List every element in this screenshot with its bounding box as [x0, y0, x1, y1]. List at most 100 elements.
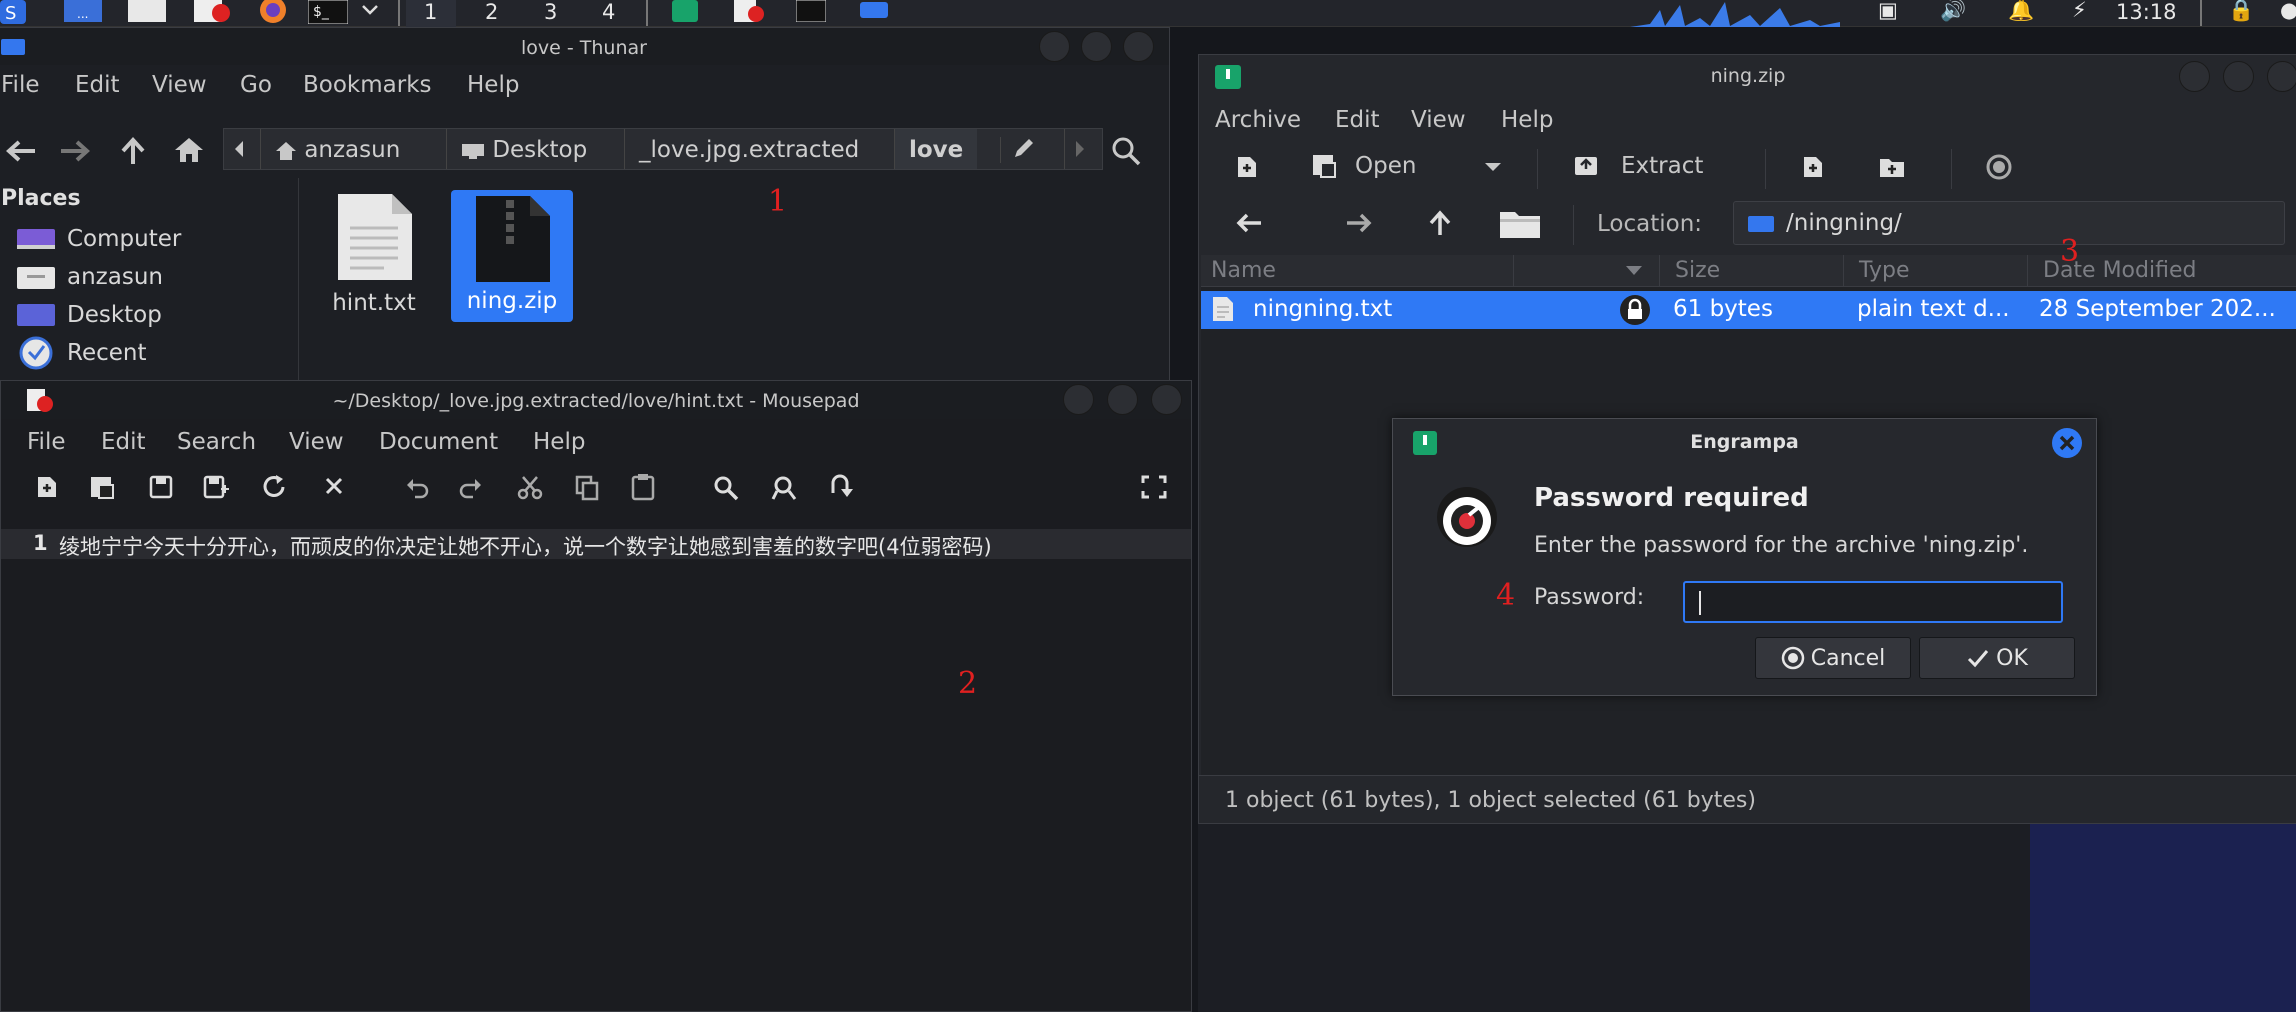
column-size[interactable]: Size	[1675, 258, 1720, 283]
terminal-task-icon[interactable]	[796, 0, 826, 22]
find-icon[interactable]	[713, 475, 739, 501]
sidebar-item-anzasun[interactable]: anzasun	[17, 260, 163, 294]
new-archive-icon[interactable]	[1235, 155, 1259, 179]
menu-edit[interactable]: Edit	[101, 429, 146, 455]
add-files-icon[interactable]	[1801, 155, 1825, 179]
menu-view[interactable]: View	[152, 72, 207, 98]
power-manager-icon[interactable]: ⚡	[2072, 0, 2087, 22]
up-arrow-icon[interactable]	[119, 136, 147, 166]
sort-descending-icon[interactable]	[1625, 265, 1643, 277]
fullscreen-icon[interactable]	[1141, 475, 1167, 499]
breadcrumb-scroll-left-icon[interactable]	[232, 139, 246, 159]
new-window-icon[interactable]	[89, 475, 115, 499]
engrampa-task-icon[interactable]	[672, 0, 698, 22]
breadcrumb-anzasun[interactable]: anzasun	[260, 129, 414, 169]
editor-area[interactable]: 1 绫地宁宁今天十分开心，而顽皮的你决定让她不开心，说一个数字让她感到害羞的数字…	[1, 529, 1191, 1011]
menu-help[interactable]: Help	[1501, 107, 1553, 133]
app-menu-icon[interactable]: S	[0, 0, 26, 24]
menu-document[interactable]: Document	[379, 429, 498, 455]
forward-arrow-icon[interactable]	[1345, 211, 1373, 235]
workspace-4[interactable]: 4	[602, 0, 615, 24]
copy-icon[interactable]	[575, 475, 599, 501]
sidebar-item-desktop[interactable]: Desktop	[17, 298, 162, 332]
lock-screen-icon[interactable]: 🔒	[2228, 0, 2254, 23]
password-input[interactable]	[1683, 581, 2063, 623]
menu-file[interactable]: File	[27, 429, 66, 455]
minimize-button[interactable]	[2179, 61, 2210, 92]
network-icon[interactable]: ▣	[1878, 0, 1898, 22]
menu-search[interactable]: Search	[177, 429, 256, 455]
maximize-button[interactable]	[1081, 31, 1112, 62]
volume-icon[interactable]: 🔊	[1940, 0, 1966, 23]
search-icon[interactable]	[1111, 136, 1141, 166]
menu-archive[interactable]: Archive	[1215, 107, 1301, 133]
forward-arrow-icon[interactable]	[59, 138, 91, 164]
new-document-icon[interactable]	[35, 475, 59, 499]
mousepad-launcher-icon[interactable]	[194, 0, 230, 22]
open-dropdown-chevron-icon[interactable]	[1483, 161, 1503, 173]
terminal-launcher-icon[interactable]: $_	[308, 0, 348, 24]
firefox-launcher-icon[interactable]	[254, 0, 286, 23]
column-name[interactable]: Name	[1211, 258, 1276, 283]
back-arrow-icon[interactable]	[5, 138, 37, 164]
workspace-2[interactable]: 2	[485, 0, 498, 24]
menu-help[interactable]: Help	[533, 429, 585, 455]
sidebar-item-recent[interactable]: Recent	[17, 336, 147, 370]
extract-button[interactable]: Extract	[1573, 153, 1703, 179]
user-menu-icon[interactable]: ●	[2280, 0, 2296, 22]
workspace-3[interactable]: 3	[544, 0, 557, 24]
add-folder-icon[interactable]	[1879, 155, 1905, 179]
reload-icon[interactable]	[261, 473, 289, 501]
terminal-dropdown-chevron-icon[interactable]	[360, 0, 386, 22]
minimize-button[interactable]	[1039, 31, 1070, 62]
maximize-button[interactable]	[2223, 61, 2254, 92]
file-item-hint-txt[interactable]: hint.txt	[327, 192, 421, 342]
edit-location-pencil-icon[interactable]	[1000, 137, 1037, 163]
breadcrumb-love[interactable]: love	[894, 129, 978, 169]
close-button[interactable]	[1123, 31, 1154, 62]
close-button[interactable]	[2267, 61, 2296, 92]
maximize-button[interactable]	[1107, 384, 1138, 415]
ok-button[interactable]: OK	[1919, 637, 2075, 679]
table-row[interactable]: ningning.txt 61 bytes plain text d... 28…	[1201, 291, 2296, 329]
text-editor-launcher-icon[interactable]	[128, 0, 166, 22]
cut-icon[interactable]	[517, 475, 543, 501]
menu-file[interactable]: File	[1, 72, 40, 98]
home-folder-icon[interactable]	[1499, 209, 1541, 239]
location-field[interactable]: /ningning/	[1733, 201, 2285, 245]
redo-icon[interactable]	[457, 475, 483, 499]
file-manager-launcher-icon[interactable]: ...	[64, 0, 102, 22]
breadcrumb-scroll-right-icon[interactable]	[1064, 129, 1095, 169]
stop-icon[interactable]	[1985, 153, 2013, 181]
open-button[interactable]: Open	[1311, 153, 1416, 179]
sidebar-item-computer[interactable]: Computer	[17, 222, 181, 256]
menu-edit[interactable]: Edit	[1335, 107, 1380, 133]
menu-go[interactable]: Go	[240, 72, 272, 98]
notification-bell-icon[interactable]: 🔔	[2008, 0, 2034, 23]
clock[interactable]: 13:18	[2116, 0, 2177, 24]
thunar-task-icon[interactable]	[860, 0, 888, 22]
cancel-button[interactable]: Cancel	[1755, 637, 1911, 679]
minimize-button[interactable]	[1063, 384, 1094, 415]
close-button[interactable]	[1151, 384, 1182, 415]
mousepad-task-icon[interactable]	[734, 0, 764, 22]
up-arrow-icon[interactable]	[1427, 209, 1453, 237]
breadcrumb-love-jpg-extracted[interactable]: _love.jpg.extracted	[624, 129, 873, 169]
workspace-1[interactable]: 1	[424, 0, 437, 24]
menu-view[interactable]: View	[1411, 107, 1466, 133]
go-to-line-icon[interactable]	[827, 473, 853, 501]
menu-help[interactable]: Help	[467, 72, 519, 98]
menu-edit[interactable]: Edit	[75, 72, 120, 98]
undo-icon[interactable]	[405, 475, 431, 499]
menu-bookmarks[interactable]: Bookmarks	[303, 72, 432, 98]
dialog-close-icon[interactable]	[2051, 427, 2083, 459]
save-icon[interactable]	[149, 475, 173, 499]
home-icon[interactable]	[173, 136, 205, 164]
paste-icon[interactable]	[631, 473, 655, 501]
save-as-icon[interactable]	[203, 475, 229, 499]
close-document-icon[interactable]	[323, 475, 345, 497]
menu-view[interactable]: View	[289, 429, 344, 455]
find-replace-icon[interactable]	[771, 475, 799, 501]
file-item-ning-zip[interactable]: ning.zip	[451, 190, 573, 322]
breadcrumb-desktop[interactable]: Desktop	[446, 129, 601, 169]
